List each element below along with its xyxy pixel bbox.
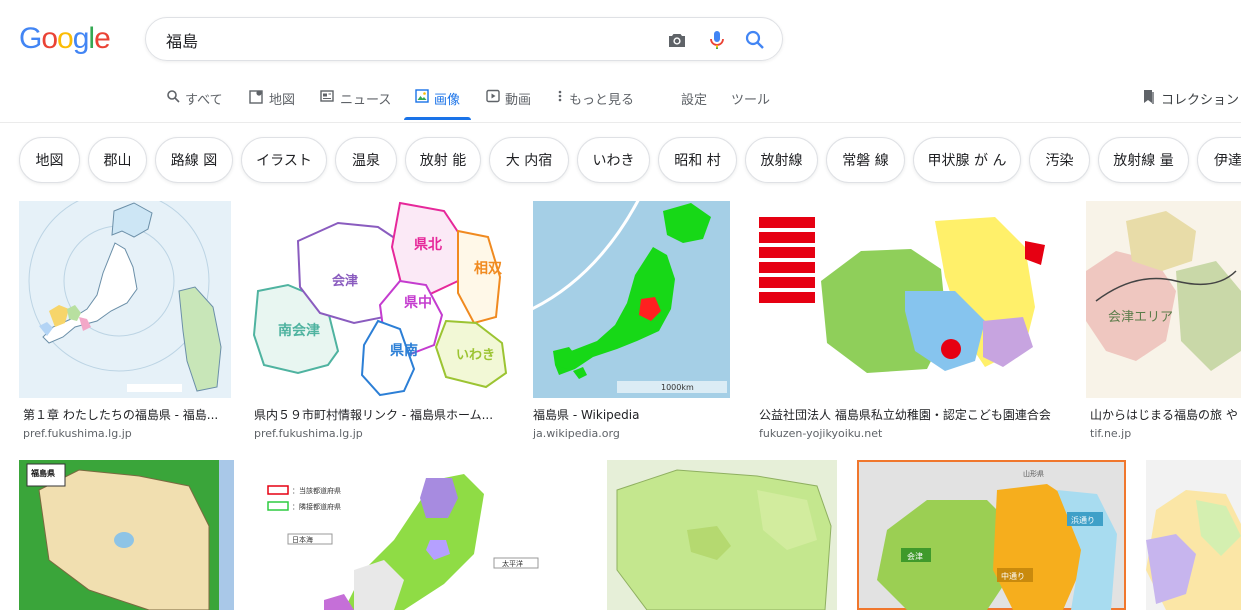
label-nihonkai: 日本海 bbox=[292, 535, 313, 544]
tab-label: 設定 bbox=[681, 93, 708, 108]
map-scale-label: 1000km bbox=[661, 383, 694, 392]
chip[interactable]: 汚染 bbox=[1029, 137, 1090, 183]
search-tabs: すべて 地図 ニュース 画像 動画 もっと見る 設定 ツール コレクション bbox=[0, 83, 1241, 121]
result-title[interactable]: 山からはじまる福島の旅 や bbox=[1090, 406, 1241, 423]
result-thumbnail[interactable]: ：当該都道府県 ：隣接都道府県 日本海 太平洋 bbox=[254, 460, 587, 610]
chip[interactable]: イラスト bbox=[241, 137, 327, 183]
image-result[interactable] bbox=[1146, 460, 1241, 610]
label-aizu: 会津 bbox=[332, 273, 358, 289]
result-thumbnail[interactable]: 1000km bbox=[533, 201, 730, 398]
bookmark-icon bbox=[1144, 90, 1154, 104]
label-taiheiyo: 太平洋 bbox=[502, 559, 523, 568]
chip[interactable]: 地図 bbox=[19, 137, 80, 183]
result-thumbnail[interactable] bbox=[19, 201, 231, 398]
image-result[interactable]: 福島県 bbox=[19, 460, 234, 610]
image-result[interactable]: ：当該都道府県 ：隣接都道府県 日本海 太平洋 bbox=[254, 460, 587, 610]
tab-label: 地図 bbox=[269, 93, 296, 108]
result-title[interactable]: 第１章 わたしたちの福島県 - 福島... bbox=[23, 406, 229, 423]
image-result[interactable]: 山形県 会津 中通り 浜通り bbox=[857, 460, 1126, 610]
chip[interactable]: 放射線 bbox=[745, 137, 818, 183]
legend-adjacent: ：隣接都道府県 bbox=[292, 502, 341, 511]
map-title: 福島県 bbox=[30, 468, 55, 478]
result-domain[interactable]: pref.fukushima.lg.jp bbox=[23, 427, 132, 440]
image-result[interactable]: 1000km 福島県 - Wikipedia ja.wikipedia.org bbox=[533, 201, 730, 441]
label-kennan: 県南 bbox=[390, 342, 418, 359]
tab-videos[interactable]: 動画 bbox=[486, 83, 531, 120]
result-thumbnail[interactable] bbox=[755, 201, 1066, 398]
label-yamagata: 山形県 bbox=[1023, 469, 1044, 478]
label-aizu-area: 会津エリア bbox=[1108, 310, 1173, 325]
image-result[interactable] bbox=[607, 460, 837, 610]
google-logo[interactable]: Google bbox=[19, 22, 111, 56]
chip[interactable]: 甲状腺 が ん bbox=[913, 137, 1021, 183]
microphone-icon[interactable] bbox=[705, 28, 729, 52]
result-domain[interactable]: pref.fukushima.lg.jp bbox=[254, 427, 363, 440]
result-domain[interactable]: tif.ne.jp bbox=[1090, 427, 1131, 440]
result-domain[interactable]: ja.wikipedia.org bbox=[533, 427, 620, 440]
camera-icon[interactable] bbox=[665, 28, 689, 52]
chip[interactable]: 昭和 村 bbox=[658, 137, 737, 183]
search-box bbox=[145, 17, 783, 61]
search-icon bbox=[167, 90, 180, 103]
header: Google すべて 地図 ニュース bbox=[0, 0, 1241, 123]
image-result[interactable]: 公益社団法人 福島県私立幼稚園・認定こども園連合会 fukuzen-yojiky… bbox=[755, 201, 1066, 441]
result-thumbnail[interactable]: 福島県 bbox=[19, 460, 234, 610]
chip[interactable]: 常磐 線 bbox=[826, 137, 905, 183]
tab-news[interactable]: ニュース bbox=[320, 83, 391, 120]
search-input[interactable] bbox=[166, 30, 646, 50]
chip[interactable]: 大 内宿 bbox=[489, 137, 569, 183]
label-nakadori: 中通り bbox=[1001, 571, 1025, 581]
tab-tools[interactable]: ツール bbox=[731, 83, 770, 120]
tab-label: もっと見る bbox=[569, 93, 635, 108]
tab-settings[interactable]: 設定 bbox=[681, 83, 707, 120]
label-kenboku: 県北 bbox=[414, 237, 442, 253]
tab-label: ニュース bbox=[340, 93, 392, 108]
tab-label: 画像 bbox=[434, 93, 461, 108]
result-thumbnail[interactable] bbox=[607, 460, 837, 610]
chip[interactable]: 放射 能 bbox=[405, 137, 481, 183]
label-aizu: 会津 bbox=[907, 551, 923, 561]
label-iwaki: いわき bbox=[456, 348, 495, 363]
result-title[interactable]: 福島県 - Wikipedia bbox=[533, 406, 728, 423]
chip[interactable]: 郡山 bbox=[88, 137, 147, 183]
chip[interactable]: 放射線 量 bbox=[1098, 137, 1189, 183]
image-result[interactable]: 会津エリア 山からはじまる福島の旅 や tif.ne.jp bbox=[1086, 201, 1241, 441]
tab-more[interactable]: もっと見る bbox=[556, 83, 634, 120]
legend-current: ：当該都道府県 bbox=[292, 486, 341, 495]
more-vert-icon bbox=[558, 90, 562, 102]
label-soso: 相双 bbox=[474, 260, 502, 277]
result-thumbnail[interactable]: 会津エリア bbox=[1086, 201, 1241, 398]
chip[interactable]: 路線 図 bbox=[155, 137, 233, 183]
tab-label: すべて bbox=[185, 93, 223, 108]
map-pin-icon bbox=[249, 90, 263, 104]
chip[interactable]: 伊達 bbox=[1197, 137, 1241, 183]
tab-all[interactable]: すべて bbox=[166, 83, 223, 120]
result-title[interactable]: 県内５９市町村情報リンク - 福島県ホーム... bbox=[254, 406, 507, 423]
tab-label: 動画 bbox=[505, 93, 532, 108]
tab-label: ツール bbox=[731, 93, 771, 108]
result-thumbnail[interactable]: 県北 相双 会津 県中 南会津 県南 いわき bbox=[250, 201, 509, 398]
news-icon bbox=[320, 90, 334, 102]
result-thumbnail[interactable] bbox=[1146, 460, 1241, 610]
result-domain[interactable]: fukuzen-yojikyoiku.net bbox=[759, 427, 882, 440]
image-icon bbox=[415, 89, 429, 103]
image-result[interactable]: 県北 相双 会津 県中 南会津 県南 いわき 県内５９市町村情報リンク - 福島… bbox=[250, 201, 509, 441]
related-chips: 地図 郡山 路線 図 イラスト 温泉 放射 能 大 内宿 いわき 昭和 村 放射… bbox=[0, 137, 1241, 185]
chip[interactable]: いわき bbox=[577, 137, 650, 183]
image-result[interactable]: 第１章 わたしたちの福島県 - 福島... pref.fukushima.lg.… bbox=[19, 201, 231, 441]
search-icon[interactable] bbox=[743, 28, 767, 52]
label-hamadori: 浜通り bbox=[1071, 515, 1095, 525]
chip[interactable]: 温泉 bbox=[335, 137, 397, 183]
collections-label: コレクション bbox=[1161, 93, 1240, 108]
tab-maps[interactable]: 地図 bbox=[249, 83, 295, 120]
label-minamiaizu: 南会津 bbox=[278, 322, 320, 339]
result-thumbnail[interactable]: 山形県 会津 中通り 浜通り bbox=[857, 460, 1126, 610]
tab-images[interactable]: 画像 bbox=[404, 83, 472, 120]
video-icon bbox=[486, 89, 500, 103]
label-kenchu: 県中 bbox=[404, 294, 432, 311]
result-title[interactable]: 公益社団法人 福島県私立幼稚園・認定こども園連合会 bbox=[759, 406, 1064, 423]
collections-link[interactable]: コレクション bbox=[1142, 83, 1239, 120]
